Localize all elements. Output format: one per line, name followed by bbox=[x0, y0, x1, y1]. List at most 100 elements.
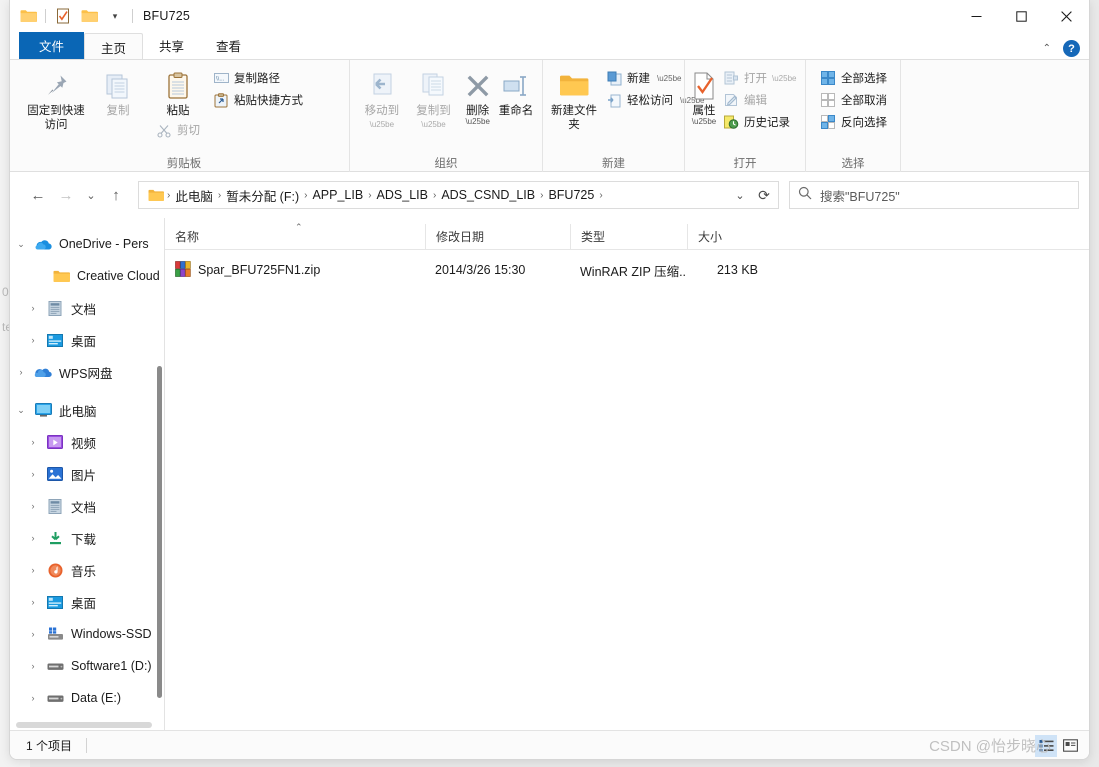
chevron-right-icon[interactable]: › bbox=[22, 565, 44, 575]
search-box[interactable]: 搜索"BFU725" bbox=[789, 181, 1079, 209]
back-button[interactable]: ← bbox=[24, 181, 52, 209]
sidebar-item-desktop-od[interactable]: › 桌面 bbox=[10, 324, 164, 356]
status-bar: 1 个项目 bbox=[10, 730, 1089, 759]
search-icon bbox=[798, 186, 812, 205]
breadcrumb-item-this-pc[interactable]: 此电脑 bbox=[171, 186, 217, 205]
view-tiles-button[interactable] bbox=[1059, 735, 1081, 757]
paste-shortcut-button[interactable]: 粘贴快捷方式 bbox=[209, 89, 307, 111]
chevron-right-icon[interactable]: › bbox=[22, 533, 44, 543]
sidebar-item-data-e[interactable]: › Data (E:) bbox=[10, 682, 164, 714]
close-button[interactable] bbox=[1044, 0, 1089, 32]
chevron-right-icon[interactable]: › bbox=[22, 693, 44, 703]
help-button[interactable]: ? bbox=[1063, 40, 1080, 57]
copy-path-button[interactable]: \\... 复制路径 bbox=[209, 67, 307, 89]
breadcrumb-item-bfu725[interactable]: BFU725 bbox=[544, 188, 598, 202]
delete-caret-icon[interactable]: \u25be bbox=[465, 118, 489, 126]
minimize-button[interactable] bbox=[954, 0, 999, 32]
edit-button[interactable]: 编辑 bbox=[719, 89, 800, 111]
maximize-button[interactable] bbox=[999, 0, 1044, 32]
sidebar-item-this-pc[interactable]: ⌄ 此电脑 bbox=[10, 394, 164, 426]
column-date-modified[interactable]: 修改日期 bbox=[425, 223, 570, 250]
chevron-right-icon[interactable]: › bbox=[10, 367, 32, 377]
navigation-pane-horizontal-scrollbar[interactable] bbox=[16, 722, 152, 728]
breadcrumb-item-ads-csnd-lib[interactable]: ADS_CSND_LIB bbox=[437, 188, 539, 202]
sidebar-item-label: Creative Cloud bbox=[77, 269, 160, 283]
sidebar-item-documents[interactable]: › 文档 bbox=[10, 490, 164, 522]
chevron-down-icon[interactable]: ⌄ bbox=[10, 405, 32, 416]
properties-check-icon[interactable] bbox=[50, 3, 76, 29]
pin-to-quick-access-button[interactable]: 固定到快速访问 bbox=[25, 64, 87, 132]
sidebar-item-videos[interactable]: › 视频 bbox=[10, 426, 164, 458]
navigation-pane-vertical-scrollbar[interactable] bbox=[157, 366, 162, 698]
select-none-label: 全部取消 bbox=[841, 95, 887, 107]
tab-home[interactable]: 主页 bbox=[84, 33, 144, 60]
table-row[interactable]: Spar_BFU725FN1.zip 2014/3/26 15:30 WinRA… bbox=[165, 257, 1089, 283]
move-to-caret-icon[interactable]: \u25be bbox=[370, 118, 394, 132]
file-size-label: 213 KB bbox=[716, 263, 758, 277]
sidebar-item-pictures[interactable]: › 图片 bbox=[10, 458, 164, 490]
new-folder-label: 新建文件夹 bbox=[551, 105, 597, 131]
chevron-right-icon[interactable]: › bbox=[22, 437, 44, 447]
address-field[interactable]: › 此电脑 › 暂未分配 (F:) › APP_LIB › ADS_LIB › … bbox=[138, 181, 779, 209]
folder-icon[interactable] bbox=[15, 3, 41, 29]
sidebar-item-music[interactable]: › 音乐 bbox=[10, 554, 164, 586]
new-folder-button[interactable]: 新建文件夹 bbox=[549, 64, 599, 132]
properties-button[interactable]: 属性 \u25be bbox=[691, 64, 717, 126]
documents-icon bbox=[44, 498, 66, 514]
sidebar-item-onedrive[interactable]: ⌄ OneDrive - Pers bbox=[10, 228, 164, 260]
sidebar-item-downloads[interactable]: › 下载 bbox=[10, 522, 164, 554]
chevron-down-icon[interactable]: ⌄ bbox=[10, 239, 32, 250]
sidebar-item-desktop[interactable]: › 桌面 bbox=[10, 586, 164, 618]
file-name-cell[interactable]: Spar_BFU725FN1.zip bbox=[165, 257, 425, 283]
tab-file[interactable]: 文件 bbox=[19, 32, 85, 59]
move-to-label: 移动到 bbox=[364, 105, 400, 117]
refresh-button[interactable]: ⟳ bbox=[752, 182, 776, 208]
chevron-right-icon[interactable]: › bbox=[22, 597, 44, 607]
select-none-button[interactable]: 全部取消 bbox=[816, 89, 891, 111]
sidebar-item-documents-od[interactable]: › 文档 bbox=[10, 292, 164, 324]
paste-button[interactable]: 粘贴 剪切 bbox=[149, 64, 207, 140]
rename-icon bbox=[501, 68, 531, 104]
tab-view[interactable]: 查看 bbox=[200, 32, 257, 59]
column-type[interactable]: 类型 bbox=[570, 223, 687, 250]
copy-button[interactable]: 复制 bbox=[87, 64, 149, 118]
move-to-button[interactable]: 移动到 \u25be bbox=[356, 64, 408, 132]
chevron-right-icon[interactable]: › bbox=[22, 303, 44, 313]
delete-button[interactable]: 删除 \u25be bbox=[459, 64, 496, 126]
sidebar-item-creative-cloud[interactable]: Creative Cloud bbox=[10, 260, 164, 292]
breadcrumb-item-drive-f[interactable]: 暂未分配 (F:) bbox=[222, 186, 303, 205]
tab-share[interactable]: 共享 bbox=[143, 32, 200, 59]
copy-to-caret-icon[interactable]: \u25be bbox=[421, 118, 445, 132]
chevron-right-icon[interactable]: › bbox=[22, 469, 44, 479]
invert-selection-button[interactable]: 反向选择 bbox=[816, 111, 891, 133]
open-button[interactable]: 打开 \u25be bbox=[719, 67, 800, 89]
copy-to-button[interactable]: 复制到 \u25be bbox=[408, 64, 460, 132]
select-all-button[interactable]: 全部选择 bbox=[816, 67, 891, 89]
chevron-right-icon[interactable]: › bbox=[22, 661, 44, 671]
sidebar-item-software1-d[interactable]: › Software1 (D:) bbox=[10, 650, 164, 682]
rename-button[interactable]: 重命名 bbox=[496, 64, 536, 118]
properties-caret-icon[interactable]: \u25be bbox=[692, 118, 716, 126]
forward-button[interactable]: → bbox=[52, 181, 80, 209]
customize-chevron-icon[interactable]: ▾ bbox=[102, 3, 128, 29]
new-item-caret-icon[interactable]: \u25be bbox=[657, 74, 681, 83]
chevron-right-icon[interactable]: › bbox=[22, 501, 44, 511]
recent-locations-button[interactable]: ⌄ bbox=[80, 181, 102, 209]
column-name[interactable]: ⌃ 名称 bbox=[165, 222, 425, 250]
cut-button[interactable]: 剪切 bbox=[152, 118, 204, 140]
up-button[interactable]: ↑ bbox=[102, 181, 130, 209]
collapse-ribbon-button[interactable]: ⌃ bbox=[1037, 43, 1057, 54]
new-folder-icon[interactable] bbox=[76, 3, 102, 29]
history-button[interactable]: 历史记录 bbox=[719, 111, 800, 133]
sidebar-item-wps-cloud[interactable]: › WPS网盘 bbox=[10, 356, 164, 388]
address-dropdown-button[interactable]: ⌄ bbox=[728, 182, 752, 208]
view-details-button[interactable] bbox=[1035, 734, 1057, 757]
column-size[interactable]: 大小 bbox=[687, 223, 772, 250]
chevron-right-icon[interactable]: › bbox=[22, 629, 44, 639]
breadcrumb-item-app-lib[interactable]: APP_LIB bbox=[308, 188, 367, 202]
chevron-right-icon[interactable]: › bbox=[22, 335, 44, 345]
open-caret-icon[interactable]: \u25be bbox=[772, 74, 796, 83]
search-input[interactable]: 搜索"BFU725" bbox=[820, 186, 900, 205]
sidebar-item-windows-ssd[interactable]: › Windows-SSD bbox=[10, 618, 164, 650]
breadcrumb-item-ads-lib[interactable]: ADS_LIB bbox=[373, 188, 432, 202]
